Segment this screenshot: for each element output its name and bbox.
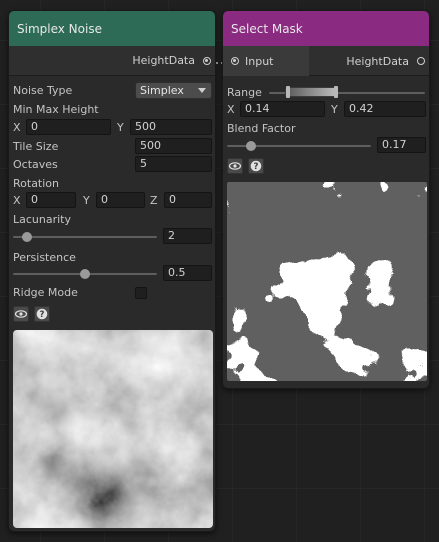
range-min-handle[interactable] [286, 86, 290, 98]
tile-size-row: Tile Size 500 [9, 138, 215, 156]
range-row: Range [223, 84, 429, 102]
preview-toggle-button[interactable] [227, 158, 243, 174]
simplex-noise-node[interactable]: Simplex Noise HeightData Noise Type Simp… [8, 10, 216, 532]
persistence-slider-thumb[interactable] [80, 269, 90, 279]
ridge-mode-row: Ridge Mode [9, 284, 215, 302]
min-max-x-label: X [13, 121, 21, 134]
rotation-z-label: Z [150, 194, 158, 207]
blend-factor-controls: 0.17 [223, 137, 429, 155]
blend-factor-label: Blend Factor [227, 122, 296, 135]
node-header[interactable]: Simplex Noise [9, 11, 215, 46]
rotation-y-label: Y [83, 194, 90, 207]
output-port-bar: HeightData [9, 46, 215, 76]
node-header[interactable]: Select Mask [223, 11, 429, 46]
lacunarity-controls: 2 [9, 228, 215, 246]
output-port-connector[interactable] [203, 56, 211, 65]
range-y-label: Y [331, 103, 338, 116]
eye-icon [14, 310, 28, 318]
noise-type-value: Simplex [140, 84, 184, 97]
svg-text:?: ? [254, 162, 259, 172]
blend-factor-slider-thumb[interactable] [246, 141, 257, 151]
persistence-slider-track[interactable] [13, 269, 157, 279]
mask-preview-image [227, 182, 427, 381]
help-icon: ? [36, 308, 48, 320]
noise-type-row: Noise Type Simplex [9, 82, 215, 100]
min-max-height-row: Min Max Height [9, 101, 215, 119]
min-max-height-fields: X 0 Y 500 [9, 119, 215, 137]
port-bar: Input HeightData [223, 46, 429, 76]
octaves-row: Octaves 5 [9, 156, 215, 174]
tile-size-field[interactable]: 500 [135, 138, 212, 154]
input-port-connector[interactable] [231, 57, 239, 65]
eye-icon [228, 162, 242, 170]
noise-preview-image [13, 330, 213, 528]
preview-toggle-button[interactable] [13, 306, 29, 322]
lacunarity-row: Lacunarity [9, 211, 215, 229]
help-icon: ? [250, 160, 262, 172]
persistence-controls: 0.5 [9, 265, 215, 283]
output-port-label: HeightData [346, 54, 409, 68]
chevron-down-icon [198, 88, 206, 93]
rotation-label: Rotation [13, 177, 60, 190]
node-title: Select Mask [231, 21, 303, 36]
ridge-mode-label: Ridge Mode [13, 286, 78, 299]
rotation-fields: X 0 Y 0 Z 0 [9, 192, 215, 210]
output-port-label: HeightData [132, 54, 195, 67]
persistence-field[interactable]: 0.5 [163, 265, 212, 281]
output-port-connector[interactable] [417, 57, 425, 65]
rotation-x-label: X [13, 194, 21, 207]
blend-factor-field[interactable]: 0.17 [377, 137, 426, 153]
lacunarity-label: Lacunarity [13, 213, 72, 226]
range-slider-selection[interactable] [285, 87, 338, 97]
ridge-mode-checkbox[interactable] [135, 287, 147, 299]
min-max-height-label: Min Max Height [13, 103, 99, 116]
noise-type-label: Noise Type [13, 84, 73, 97]
min-max-x-field[interactable]: 0 [26, 119, 111, 135]
octaves-label: Octaves [13, 158, 58, 171]
rotation-y-field[interactable]: 0 [96, 192, 145, 208]
lacunarity-field[interactable]: 2 [163, 228, 212, 244]
blend-factor-slider-track[interactable] [227, 141, 371, 151]
select-mask-node[interactable]: Select Mask Input HeightData Range X 0.1… [222, 10, 430, 389]
help-button[interactable]: ? [34, 306, 50, 322]
range-x-field[interactable]: 0.14 [240, 101, 325, 117]
range-fields: X 0.14 Y 0.42 [223, 101, 429, 119]
svg-text:?: ? [40, 310, 45, 320]
lacunarity-slider-thumb[interactable] [22, 232, 33, 242]
blend-factor-row: Blend Factor [223, 120, 429, 138]
node-title: Simplex Noise [17, 21, 102, 36]
lacunarity-slider-track[interactable] [13, 232, 157, 242]
rotation-row: Rotation [9, 175, 215, 193]
input-port-label: Input [245, 54, 274, 68]
min-max-y-field[interactable]: 500 [130, 119, 212, 135]
range-y-field[interactable]: 0.42 [344, 101, 426, 117]
min-max-y-label: Y [117, 121, 124, 134]
noise-type-dropdown[interactable]: Simplex [135, 82, 212, 99]
tile-size-label: Tile Size [13, 140, 59, 153]
range-label: Range [227, 86, 262, 99]
rotation-x-field[interactable]: 0 [26, 192, 76, 208]
rotation-z-field[interactable]: 0 [164, 192, 212, 208]
range-x-label: X [227, 103, 235, 116]
help-button[interactable]: ? [248, 158, 264, 174]
octaves-field[interactable]: 5 [135, 156, 212, 172]
range-max-handle[interactable] [334, 86, 338, 98]
